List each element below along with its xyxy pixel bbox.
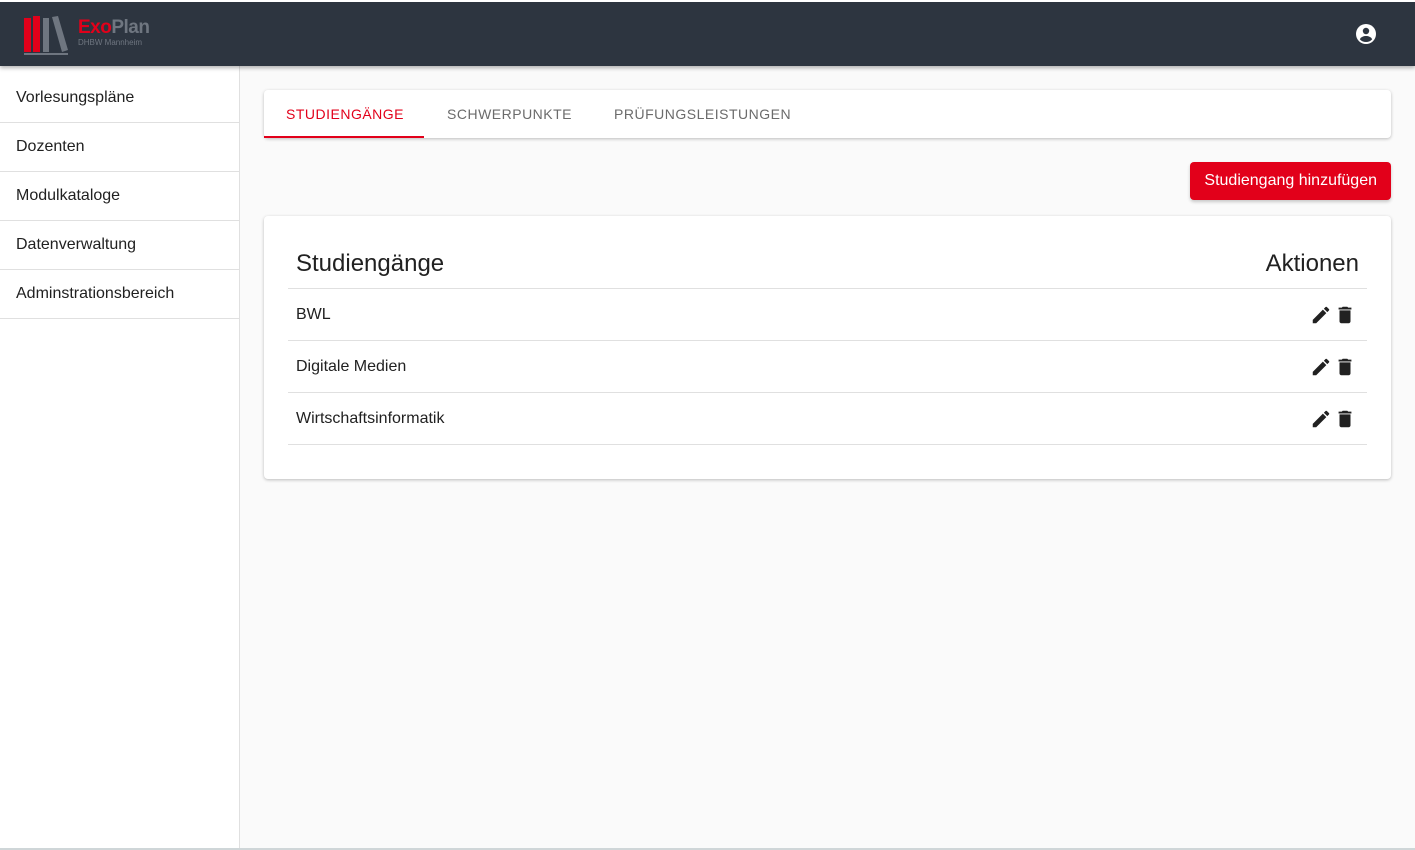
row-name: Digitale Medien	[296, 357, 407, 375]
tab-pruefungsleistungen[interactable]: PRÜFUNGSLEISTUNGEN	[593, 90, 812, 138]
table-header: Studiengänge Aktionen	[288, 240, 1367, 289]
tab-bar: STUDIENGÄNGE SCHWERPUNKTE PRÜFUNGSLEISTU…	[264, 90, 1391, 138]
sidebar: Vorlesungspläne Dozenten Modulkataloge D…	[0, 66, 240, 850]
logo-title: ExoPlan	[78, 17, 150, 38]
table-row: Wirtschaftsinformatik	[288, 393, 1367, 445]
sidebar-item-vorlesungsplaene[interactable]: Vorlesungspläne	[0, 66, 239, 123]
tab-studiengaenge[interactable]: STUDIENGÄNGE	[264, 90, 426, 138]
sidebar-item-administration[interactable]: Adminstrationsbereich	[0, 270, 239, 319]
row-name: Wirtschaftsinformatik	[296, 409, 445, 427]
sidebar-item-modulkataloge[interactable]: Modulkataloge	[0, 172, 239, 221]
sidebar-item-datenverwaltung[interactable]: Datenverwaltung	[0, 221, 239, 270]
trash-icon[interactable]	[1333, 407, 1357, 431]
pencil-icon[interactable]	[1309, 407, 1333, 431]
logo-subtitle: DHBW Mannheim	[78, 38, 143, 47]
toolbar: Studiengang hinzufügen	[264, 162, 1391, 200]
studiengaenge-card: Studiengänge Aktionen BWL Digitale Medie…	[264, 216, 1391, 479]
row-actions	[1309, 355, 1357, 379]
logo-text: ExoPlan DHBW Mannheim	[78, 17, 150, 48]
logo-title-plan: Plan	[111, 17, 150, 38]
row-name: BWL	[296, 305, 331, 323]
exoplan-logo[interactable]: ExoPlan DHBW Mannheim	[24, 14, 164, 58]
column-header-aktionen: Aktionen	[1265, 250, 1359, 277]
add-studiengang-button[interactable]: Studiengang hinzufügen	[1190, 162, 1391, 200]
pencil-icon[interactable]	[1309, 355, 1333, 379]
active-tab-indicator	[264, 136, 424, 138]
app-bar: ExoPlan DHBW Mannheim	[0, 0, 1415, 66]
row-actions	[1309, 407, 1357, 431]
trash-icon[interactable]	[1333, 355, 1357, 379]
main-content: STUDIENGÄNGE SCHWERPUNKTE PRÜFUNGSLEISTU…	[264, 90, 1391, 479]
row-actions	[1309, 303, 1357, 327]
trash-icon[interactable]	[1333, 303, 1357, 327]
logo-title-exo: Exo	[78, 17, 112, 38]
table-row: Digitale Medien	[288, 341, 1367, 393]
sidebar-item-dozenten[interactable]: Dozenten	[0, 123, 239, 172]
account-circle-icon[interactable]	[1354, 22, 1378, 46]
tab-schwerpunkte[interactable]: SCHWERPUNKTE	[426, 90, 593, 138]
table-row: BWL	[288, 289, 1367, 341]
pencil-icon[interactable]	[1309, 303, 1333, 327]
column-header-studiengaenge: Studiengänge	[296, 250, 445, 277]
books-logo-icon	[24, 16, 68, 55]
